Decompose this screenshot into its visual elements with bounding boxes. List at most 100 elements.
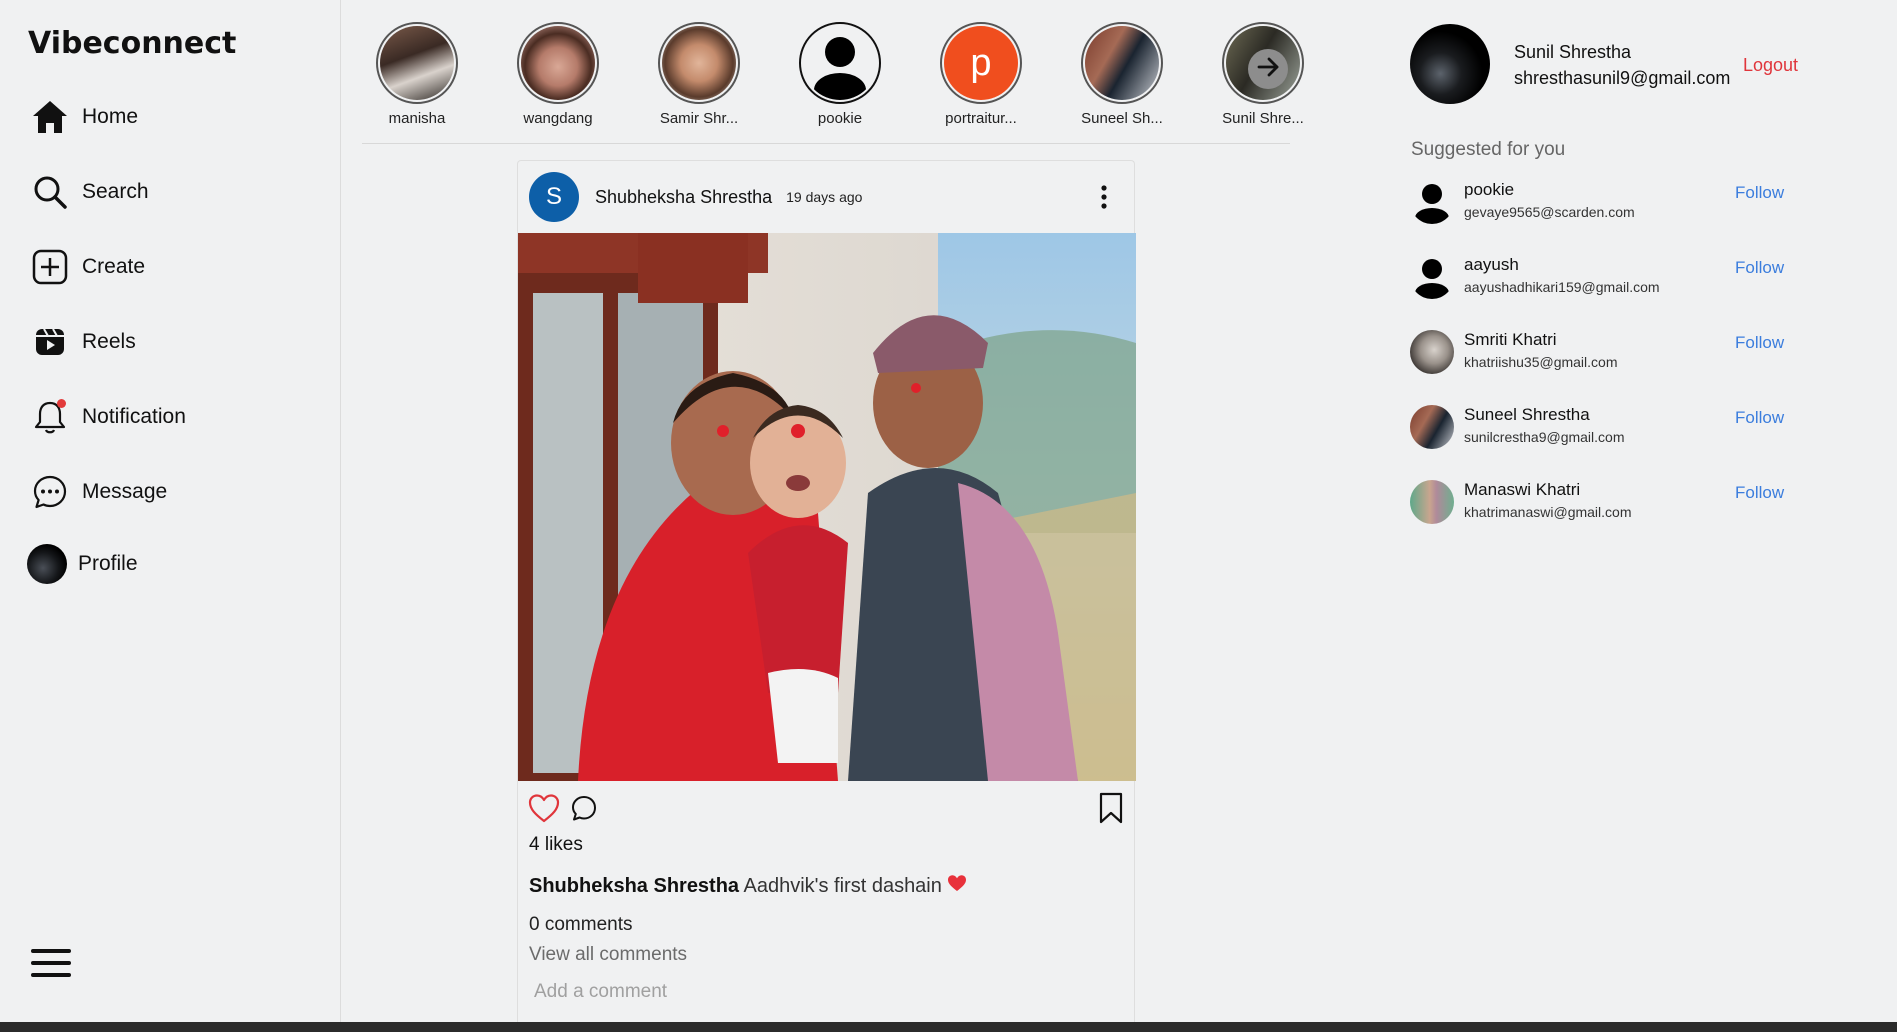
view-all-comments-link[interactable]: View all comments	[529, 944, 687, 966]
suggestion-avatar[interactable]	[1410, 330, 1454, 374]
suggestion-email: khatrimanaswi@gmail.com	[1464, 504, 1632, 520]
user-placeholder-icon	[803, 26, 877, 100]
nav-home[interactable]: Home	[30, 97, 138, 137]
story-initial: p	[970, 41, 992, 84]
story-avatar	[517, 22, 599, 104]
story-item[interactable]: pookie	[785, 22, 895, 127]
post-caption: Shubheksha Shrestha Aadhvik's first dash…	[529, 874, 967, 898]
post-actions	[518, 781, 1134, 833]
menu-button[interactable]	[30, 945, 72, 986]
story-avatar	[658, 22, 740, 104]
story-item[interactable]: Samir Shr...	[644, 22, 754, 127]
story-avatar: p	[940, 22, 1022, 104]
suggestion-avatar[interactable]	[1410, 180, 1454, 224]
sidebar: Vibeconnect Home Search Create Reels Not…	[0, 0, 341, 1022]
caption-text: Aadhvik's first dashain	[743, 875, 942, 897]
chat-bubble-icon	[30, 472, 70, 512]
bookmark-icon[interactable]	[1098, 792, 1124, 829]
suggestion-name[interactable]: aayush	[1464, 255, 1519, 275]
nav-notification[interactable]: Notification	[30, 397, 186, 437]
notification-dot	[57, 399, 66, 408]
story-name: manisha	[388, 110, 446, 127]
suggestion-email: aayushadhikari159@gmail.com	[1464, 279, 1660, 295]
post-author-avatar[interactable]: S	[529, 172, 579, 222]
comment-icon[interactable]	[570, 794, 598, 827]
follow-button[interactable]: Follow	[1735, 333, 1784, 353]
nav-profile-label: Profile	[78, 552, 138, 575]
suggestion-avatar[interactable]	[1410, 480, 1454, 524]
nav-message[interactable]: Message	[30, 472, 167, 512]
suggestion-email: gevaye9565@scarden.com	[1464, 204, 1635, 220]
story-name: Sunil Shre...	[1222, 110, 1304, 127]
add-comment-input[interactable]	[529, 975, 1119, 1009]
nav-profile[interactable]: Profile	[27, 544, 138, 584]
follow-button[interactable]: Follow	[1735, 408, 1784, 428]
home-icon	[30, 97, 70, 137]
nav-message-label: Message	[82, 480, 168, 503]
logout-button[interactable]: Logout	[1743, 55, 1798, 76]
story-item[interactable]: wangdang	[503, 22, 613, 127]
search-icon	[30, 172, 70, 212]
brand-logo[interactable]: Vibeconnect	[28, 26, 236, 61]
heart-outline-icon[interactable]	[528, 793, 560, 828]
current-user-name[interactable]: Sunil Shrestha	[1514, 42, 1631, 63]
suggestion-name[interactable]: pookie	[1464, 180, 1514, 200]
suggestion-item: pookie gevaye9565@scarden.com Follow	[1410, 177, 1830, 227]
suggestion-email: sunilcrestha9@gmail.com	[1464, 429, 1625, 445]
story-name: wangdang	[523, 110, 593, 127]
bell-icon	[30, 397, 70, 437]
suggestion-avatar[interactable]	[1410, 255, 1454, 299]
suggestions-title: Suggested for you	[1411, 139, 1566, 160]
nav-reels[interactable]: Reels	[30, 322, 136, 362]
suggestion-name[interactable]: Manaswi Khatri	[1464, 480, 1580, 500]
profile-avatar	[27, 544, 67, 584]
story-avatar	[1081, 22, 1163, 104]
nav-notification-label: Notification	[82, 405, 186, 428]
stories-next-button[interactable]	[1248, 49, 1288, 89]
app: Vibeconnect Home Search Create Reels Not…	[0, 0, 1897, 1032]
follow-button[interactable]: Follow	[1735, 183, 1784, 203]
nav-create[interactable]: Create	[30, 247, 145, 287]
nav-home-label: Home	[82, 105, 139, 128]
plus-square-icon	[30, 247, 70, 287]
follow-button[interactable]: Follow	[1735, 258, 1784, 278]
suggestion-item: Manaswi Khatri khatrimanaswi@gmail.com F…	[1410, 477, 1830, 527]
suggestion-item: Suneel Shrestha sunilcrestha9@gmail.com …	[1410, 402, 1830, 452]
current-user-avatar[interactable]	[1410, 24, 1490, 104]
current-user-card: Sunil Shrestha shresthasunil9@gmail.com …	[1410, 24, 1870, 106]
reels-icon	[30, 322, 70, 362]
nav-search-label: Search	[82, 180, 149, 203]
arrow-right-icon	[1255, 54, 1281, 85]
nav-search[interactable]: Search	[30, 172, 149, 212]
post-image[interactable]	[518, 233, 1136, 781]
current-user-email: shresthasunil9@gmail.com	[1514, 68, 1731, 88]
nav-reels-label: Reels	[82, 330, 136, 353]
story-avatar	[376, 22, 458, 104]
story-item[interactable]: Suneel Sh...	[1067, 22, 1177, 127]
suggestion-name[interactable]: Smriti Khatri	[1464, 330, 1557, 350]
nav-create-label: Create	[82, 255, 146, 278]
post-timestamp: 19 days ago	[786, 189, 863, 205]
hamburger-icon	[30, 949, 72, 985]
bottom-bar	[0, 1022, 1897, 1032]
post-card: S Shubheksha Shrestha 19 days ago 4 like…	[517, 160, 1136, 1032]
red-heart-icon	[947, 875, 967, 897]
story-item[interactable]: p portraitur...	[926, 22, 1036, 127]
follow-button[interactable]: Follow	[1735, 483, 1784, 503]
suggestion-item: aayush aayushadhikari159@gmail.com Follo…	[1410, 252, 1830, 302]
story-item[interactable]: manisha	[362, 22, 472, 127]
story-avatar	[799, 22, 881, 104]
post-header: S Shubheksha Shrestha 19 days ago	[518, 161, 1134, 233]
post-author-name[interactable]: Shubheksha Shrestha	[595, 187, 772, 208]
caption-author[interactable]: Shubheksha Shrestha	[529, 875, 739, 897]
stories-bar: manisha wangdang Samir Shr... pookie p p…	[362, 22, 1304, 144]
suggestion-email: khatriishu35@gmail.com	[1464, 354, 1618, 370]
kebab-menu-icon[interactable]	[1100, 185, 1108, 214]
story-name: pookie	[817, 110, 863, 127]
suggestion-name[interactable]: Suneel Shrestha	[1464, 405, 1590, 425]
likes-count[interactable]: 4 likes	[529, 834, 583, 856]
story-name: Samir Shr...	[659, 110, 739, 127]
suggestion-item: Smriti Khatri khatriishu35@gmail.com Fol…	[1410, 327, 1830, 377]
suggestion-avatar[interactable]	[1410, 405, 1454, 449]
story-name: Suneel Sh...	[1081, 110, 1163, 127]
